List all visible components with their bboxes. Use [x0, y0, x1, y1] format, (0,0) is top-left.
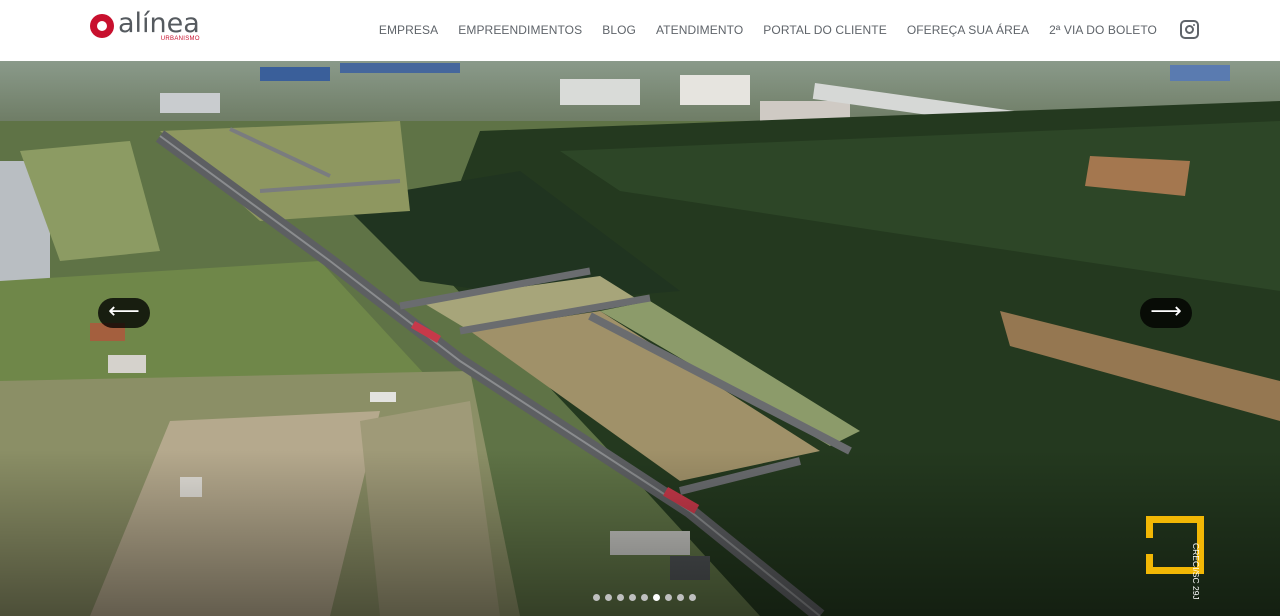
slide-dot[interactable]	[605, 594, 612, 601]
slide-dot[interactable]	[689, 594, 696, 601]
next-slide-button[interactable]: ⟶	[1140, 298, 1192, 328]
creci-badge	[1146, 516, 1226, 580]
instagram-icon[interactable]	[1180, 20, 1199, 39]
brand-logo[interactable]: alínea URBANISMO	[90, 8, 200, 48]
logo-mark-icon	[90, 14, 114, 38]
prev-slide-button[interactable]: ⟵	[98, 298, 150, 328]
nav-empresa[interactable]: EMPRESA	[379, 23, 438, 37]
slide-dot[interactable]	[677, 594, 684, 601]
nav-2-via-do-boleto[interactable]: 2ª VIA DO BOLETO	[1049, 23, 1157, 37]
arrow-right-icon: ⟶	[1150, 299, 1182, 324]
nav-portal-do-cliente[interactable]: PORTAL DO CLIENTE	[763, 23, 887, 37]
nav-empreendimentos[interactable]: EMPREENDIMENTOS	[458, 23, 582, 37]
nav-atendimento[interactable]: ATENDIMENTO	[656, 23, 743, 37]
slide-dot[interactable]	[617, 594, 624, 601]
nav-ofereca-sua-area[interactable]: OFEREÇA SUA ÁREA	[907, 23, 1029, 37]
slide-dot[interactable]	[593, 594, 600, 601]
slide-indicators	[593, 594, 701, 601]
nav-blog[interactable]: BLOG	[602, 23, 636, 37]
main-nav: EMPRESA EMPREENDIMENTOS BLOG ATENDIMENTO…	[359, 23, 1157, 37]
slide-dot[interactable]	[665, 594, 672, 601]
site-header: alínea URBANISMO EMPRESA EMPREENDIMENTOS…	[0, 0, 1280, 61]
brand-name: alínea	[118, 8, 200, 39]
slide-dot[interactable]	[641, 594, 648, 601]
arrow-left-icon: ⟵	[108, 299, 140, 324]
hero-slider: ⟵ ⟶ CRECI/SC 29J	[0, 61, 1280, 616]
slide-dot[interactable]	[629, 594, 636, 601]
creci-text: CRECI/SC 29J	[1191, 543, 1201, 600]
slide-dot-active[interactable]	[653, 594, 660, 601]
aerial-photo	[0, 61, 1280, 616]
